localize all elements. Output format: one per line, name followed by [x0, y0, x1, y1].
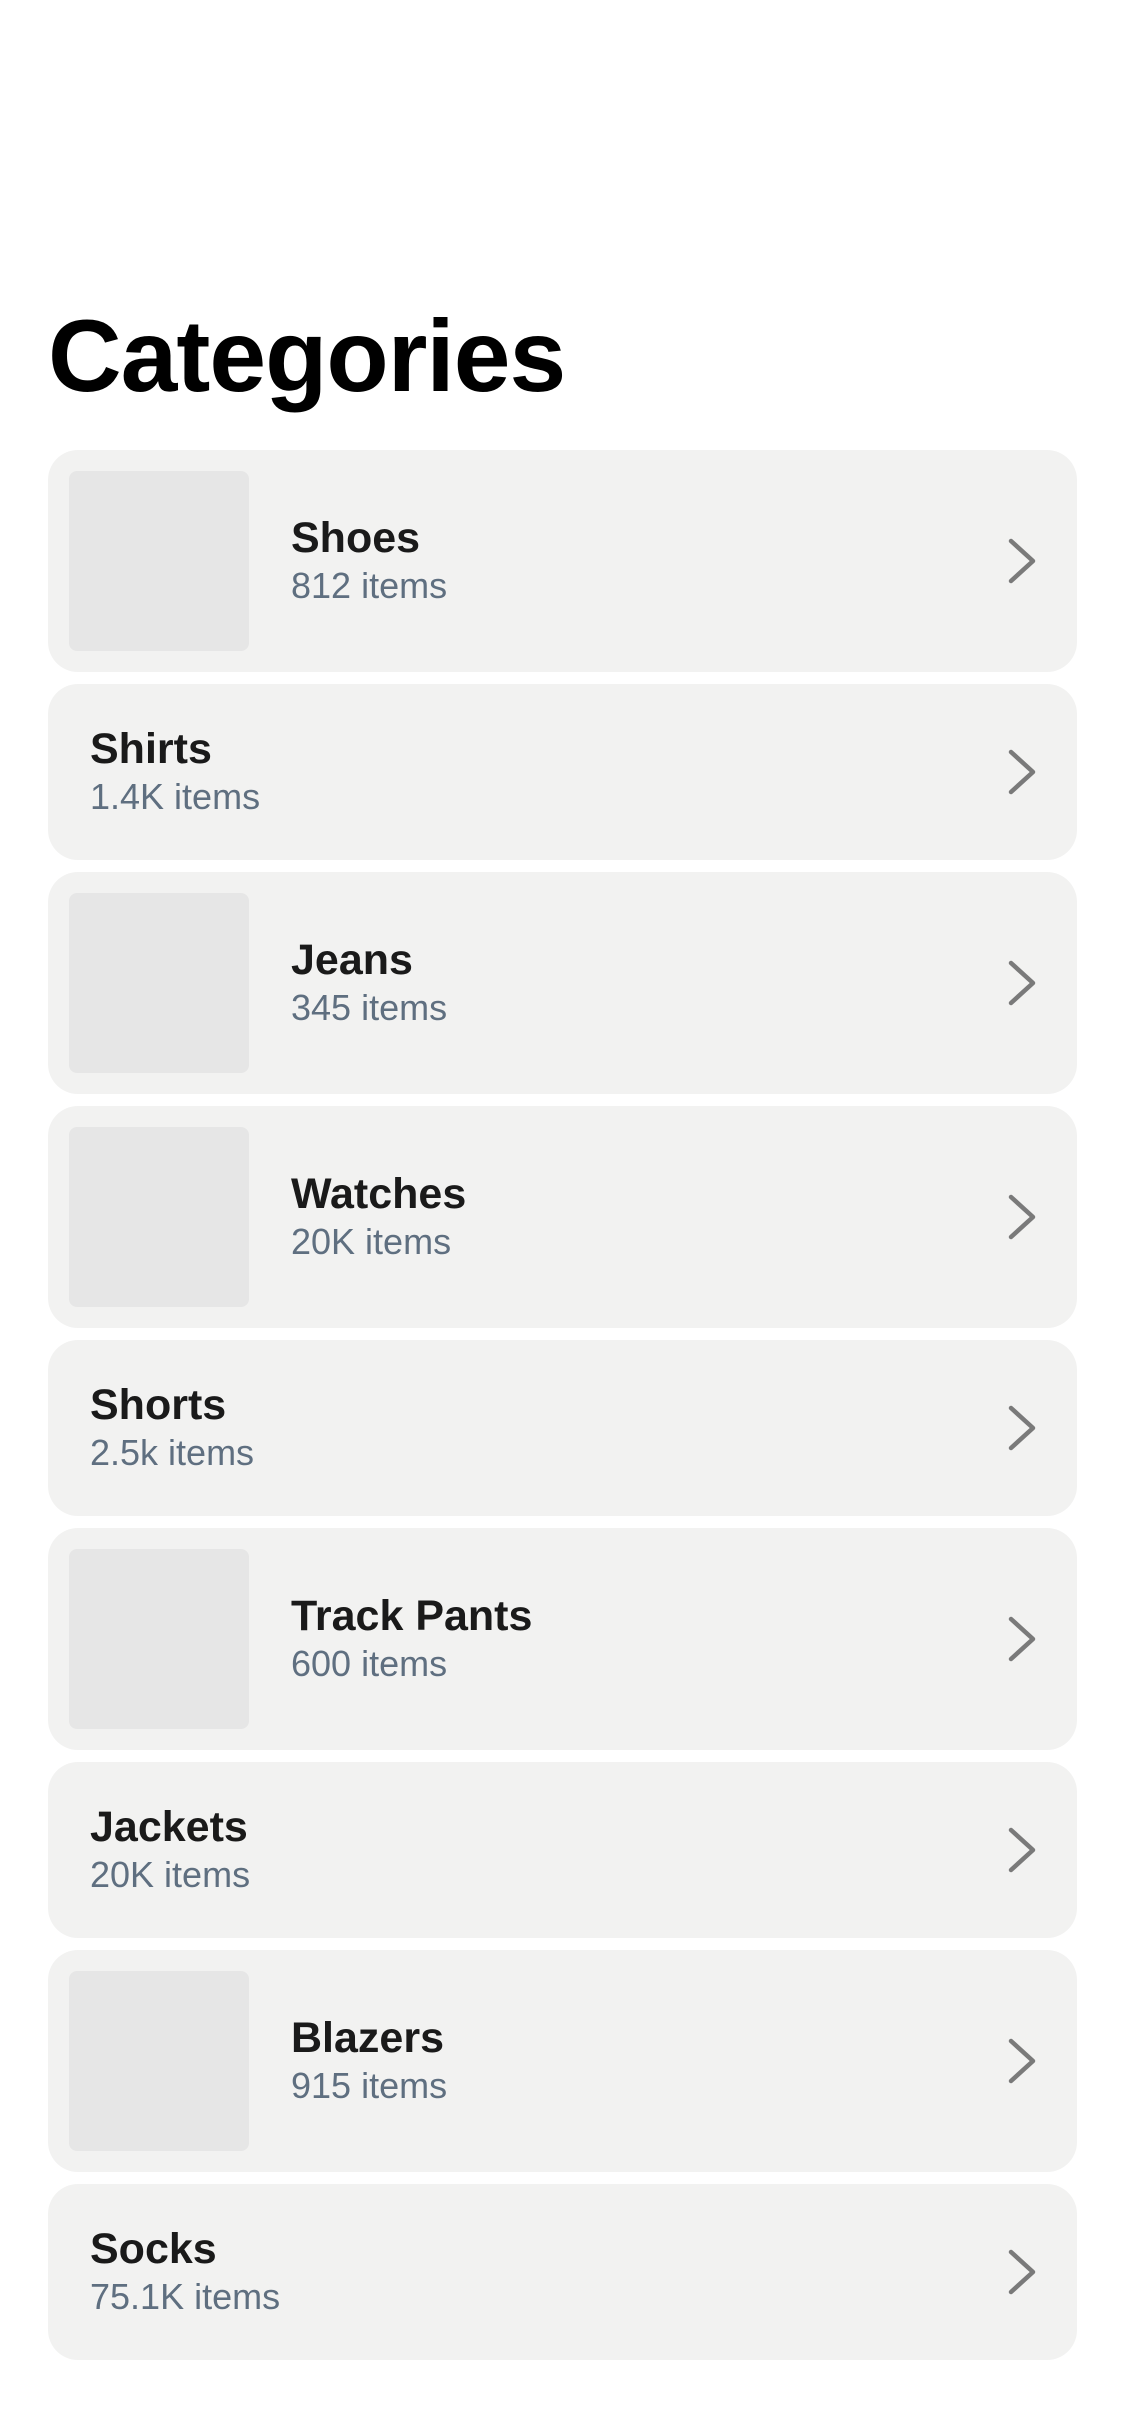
category-thumbnail: [69, 1971, 249, 2151]
category-item-count: 345 items: [291, 987, 448, 1028]
chevron-right-icon: [1005, 959, 1039, 1007]
category-item-count: 75.1K items: [90, 2276, 281, 2317]
chevron-right-icon: [1005, 748, 1039, 796]
category-name: Shorts: [90, 1381, 227, 1429]
chevron-right-icon: [1005, 2248, 1039, 2296]
category-name: Blazers: [291, 2014, 444, 2062]
category-item-count: 1.4K items: [90, 776, 261, 817]
category-name: Watches: [291, 1170, 467, 1218]
category-text: Socks 75.1K items: [90, 2224, 280, 2320]
category-row-shorts[interactable]: Shorts 2.5k items: [48, 1340, 1077, 1516]
category-row-shoes[interactable]: Shoes 812 items: [48, 450, 1077, 672]
category-thumbnail: [69, 893, 249, 1073]
page-title: Categories: [48, 299, 566, 413]
category-text: Shorts 2.5k items: [90, 1380, 254, 1476]
category-row-jackets[interactable]: Jackets 20K items: [48, 1762, 1077, 1938]
chevron-right-icon: [1005, 1826, 1039, 1874]
category-name: Jeans: [291, 936, 413, 984]
category-name: Socks: [90, 2225, 217, 2273]
category-name: Track Pants: [291, 1592, 533, 1640]
category-item-count: 915 items: [291, 2065, 448, 2106]
category-text: Watches 20K items: [291, 1169, 466, 1265]
category-row-blazers[interactable]: Blazers 915 items: [48, 1950, 1077, 2172]
chevron-right-icon: [1005, 1404, 1039, 1452]
category-row-jeans[interactable]: Jeans 345 items: [48, 872, 1077, 1094]
chevron-right-icon: [1005, 2037, 1039, 2085]
category-item-count: 20K items: [90, 1854, 251, 1895]
category-text: Shirts 1.4K items: [90, 724, 260, 820]
category-row-track-pants[interactable]: Track Pants 600 items: [48, 1528, 1077, 1750]
category-row-watches[interactable]: Watches 20K items: [48, 1106, 1077, 1328]
category-thumbnail: [69, 1127, 249, 1307]
chevron-right-icon: [1005, 537, 1039, 585]
category-thumbnail: [69, 1549, 249, 1729]
categories-screen: Categories Shoes 812 items Shirts 1.4K i…: [0, 0, 1125, 2436]
category-row-shirts[interactable]: Shirts 1.4K items: [48, 684, 1077, 860]
chevron-right-icon: [1005, 1615, 1039, 1663]
category-text: Jackets 20K items: [90, 1802, 250, 1898]
category-thumbnail: [69, 471, 249, 651]
category-text: Blazers 915 items: [291, 2013, 447, 2109]
category-name: Shirts: [90, 725, 212, 773]
category-text: Shoes 812 items: [291, 513, 447, 609]
category-item-count: 812 items: [291, 565, 448, 606]
category-item-count: 20K items: [291, 1221, 452, 1262]
category-item-count: 2.5k items: [90, 1432, 255, 1473]
category-text: Track Pants 600 items: [291, 1591, 532, 1687]
category-name: Shoes: [291, 514, 421, 562]
chevron-right-icon: [1005, 1193, 1039, 1241]
category-row-socks[interactable]: Socks 75.1K items: [48, 2184, 1077, 2360]
category-text: Jeans 345 items: [291, 935, 447, 1031]
category-item-count: 600 items: [291, 1643, 448, 1684]
category-name: Jackets: [90, 1803, 248, 1851]
category-list: Shoes 812 items Shirts 1.4K items Jeans …: [48, 450, 1077, 2372]
